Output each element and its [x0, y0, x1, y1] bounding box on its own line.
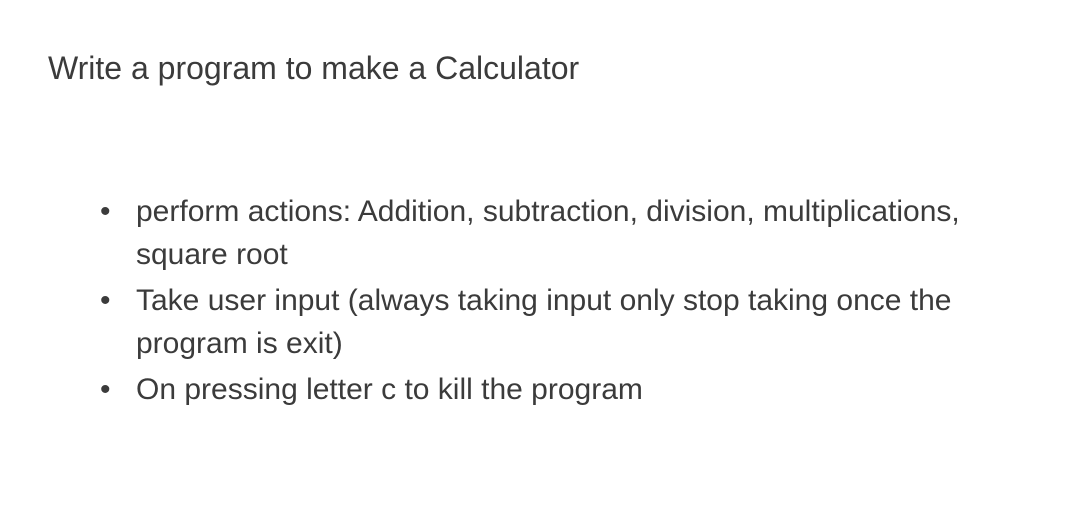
requirements-list: perform actions: Addition, subtraction, …: [48, 190, 1032, 412]
page-title: Write a program to make a Calculator: [48, 48, 1032, 90]
list-item: Take user input (always taking input onl…: [100, 279, 1032, 366]
list-item: On pressing letter c to kill the program: [100, 368, 1032, 412]
list-item: perform actions: Addition, subtraction, …: [100, 190, 1032, 277]
